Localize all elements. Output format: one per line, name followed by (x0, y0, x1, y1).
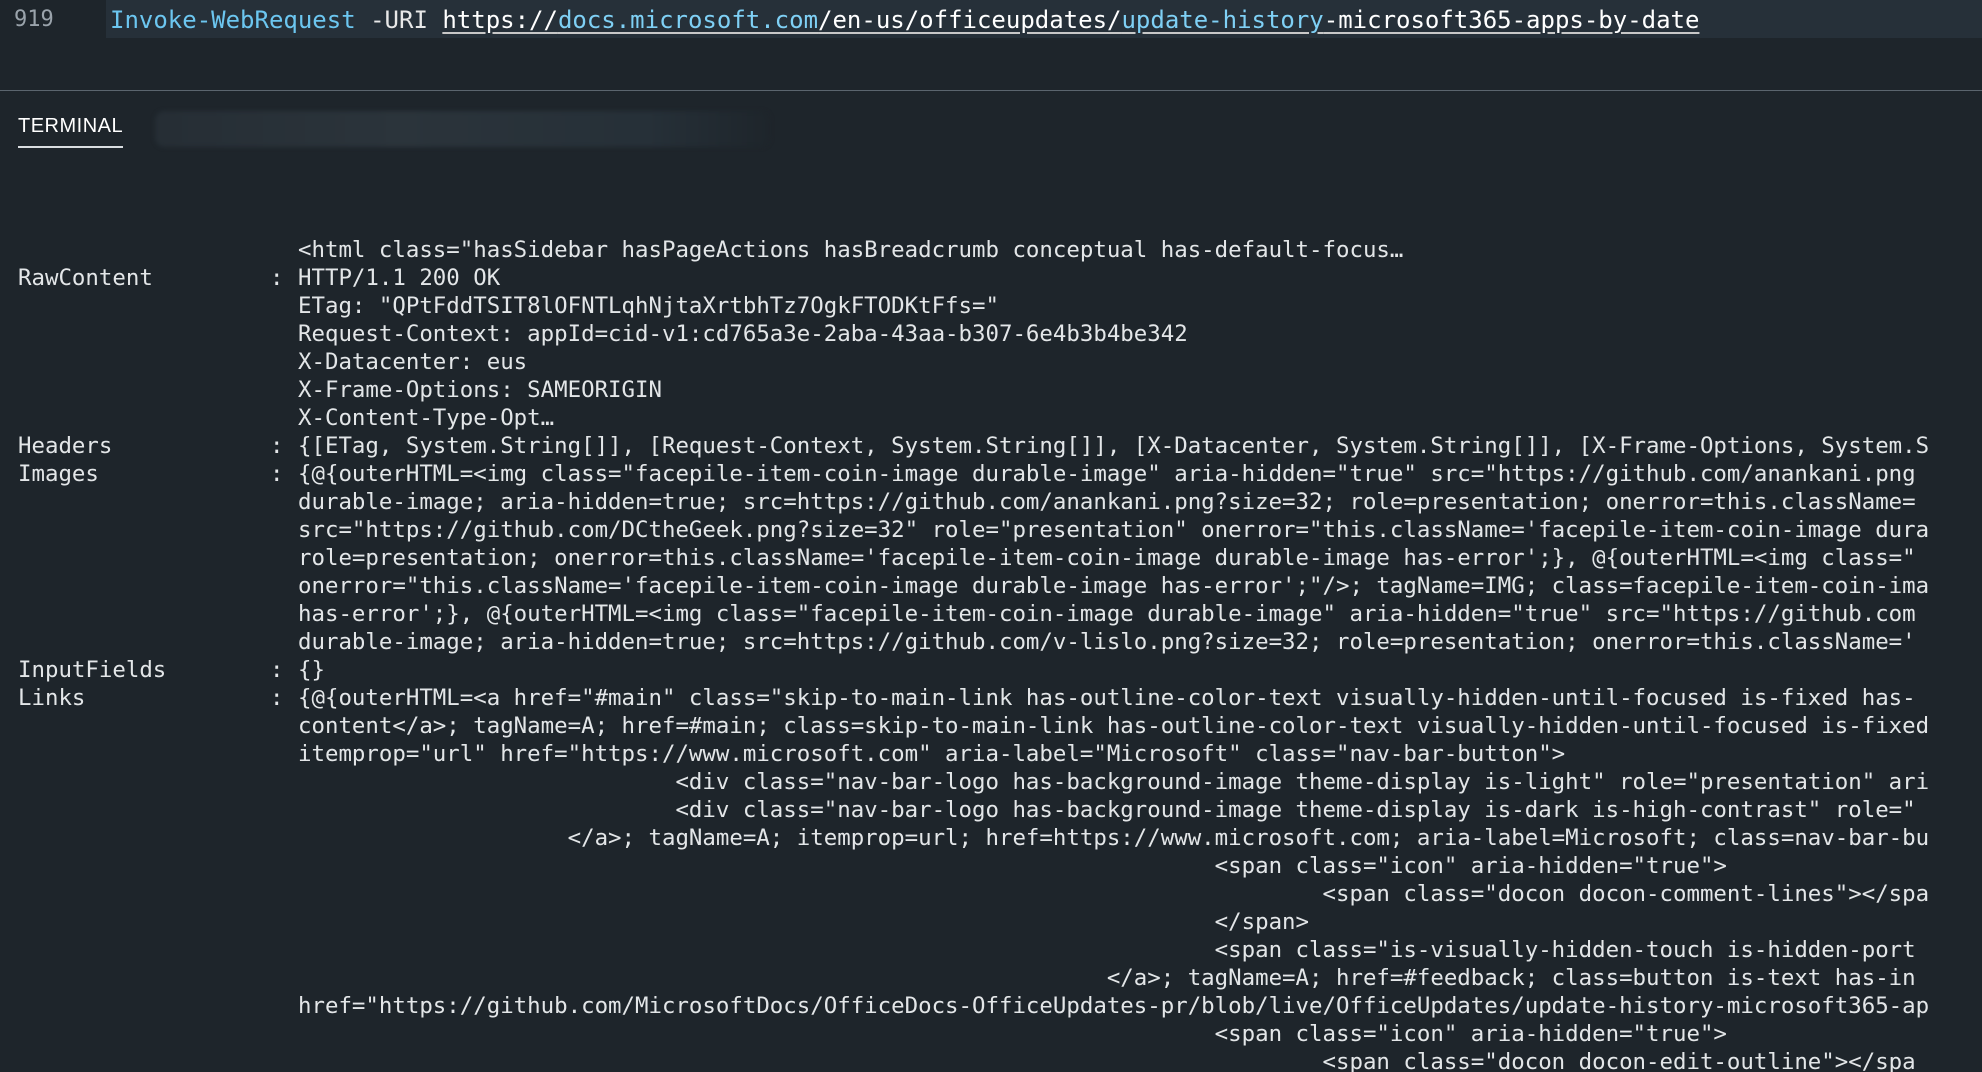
url-scheme: https:// (442, 6, 558, 34)
property-separator: : (270, 685, 284, 711)
property-value: durable-image; aria-hidden=true; src=htt… (298, 489, 1916, 515)
property-name: RawContent (18, 265, 153, 291)
property-name: InputFields (18, 657, 167, 683)
property-value: <div class="nav-bar-logo has-background-… (298, 797, 1916, 823)
property-value: X-Datacenter: eus (298, 349, 528, 375)
property-value: X-Content-Type-Opt… (298, 405, 555, 431)
property-name: Images (18, 461, 99, 487)
property-separator: : (270, 461, 284, 487)
url-path: /en-us/officeupdates/ (818, 6, 1122, 34)
uri-parameter: -URI (355, 6, 443, 34)
property-separator: : (270, 265, 284, 291)
property-value: <span class="docon docon-comment-lines">… (298, 881, 1930, 907)
property-value: src="https://github.com/DCtheGeek.png?si… (298, 517, 1930, 543)
property-value: <span class="docon docon-edit-outline"><… (298, 1049, 1916, 1072)
url-path-tail: -microsoft365-apps-by-date (1323, 6, 1700, 34)
property-value: <html class="hasSidebar hasPageActions h… (298, 237, 1404, 263)
property-separator: : (270, 433, 284, 459)
property-value: <span class="is-visually-hidden-touch is… (298, 937, 1916, 963)
url-link[interactable]: https://docs.microsoft.com/en-us/officeu… (442, 6, 1699, 34)
property-value: {@{outerHTML=<a href="#main" class="skip… (298, 685, 1916, 711)
url-host: docs.microsoft.com (557, 6, 819, 34)
property-separator: : (270, 657, 284, 683)
property-value: </a>; tagName=A; itemprop=url; href=http… (298, 825, 1930, 851)
property-value: content</a>; tagName=A; href=#main; clas… (298, 713, 1930, 739)
property-value: {[ETag, System.String[]], [Request-Conte… (298, 433, 1930, 459)
property-value: </a>; tagName=A; href=#feedback; class=b… (298, 965, 1916, 991)
property-value: </span> (298, 909, 1310, 935)
property-name: Links (18, 685, 86, 711)
property-value: role=presentation; onerror=this.classNam… (298, 545, 1916, 571)
command-keyword: Invoke-WebRequest (110, 6, 356, 34)
redacted-tab-area (155, 111, 770, 147)
property-value: HTTP/1.1 200 OK (298, 265, 501, 291)
line-number: 919 (14, 7, 54, 32)
property-value: itemprop="url" href="https://www.microso… (298, 741, 1566, 767)
panel-tab-bar: TERMINAL (0, 91, 1982, 161)
editor-current-line[interactable]: 919 Invoke-WebRequest -URI https://docs.… (0, 0, 1982, 40)
tab-terminal[interactable]: TERMINAL (18, 115, 124, 148)
property-value: X-Frame-Options: SAMEORIGIN (298, 377, 662, 403)
property-value: <span class="icon" aria-hidden="true"> (298, 1021, 1727, 1047)
property-value: Request-Context: appId=cid-v1:cd765a3e-2… (298, 321, 1188, 347)
property-value: ETag: "QPtFddTSIT8lOFNTLqhNjtaXrtbhTz7Og… (298, 293, 999, 319)
property-value: <span class="icon" aria-hidden="true"> (298, 853, 1727, 879)
url-path-segment: update-history (1121, 6, 1324, 34)
property-name: Headers (18, 433, 113, 459)
property-value: <div class="nav-bar-logo has-background-… (298, 769, 1930, 795)
code-line[interactable]: Invoke-WebRequest -URI https://docs.micr… (110, 6, 1699, 34)
property-value: onerror="this.className='facepile-item-c… (298, 573, 1930, 599)
property-value: {@{outerHTML=<img class="facepile-item-c… (298, 461, 1916, 487)
property-value: durable-image; aria-hidden=true; src=htt… (298, 629, 1916, 655)
property-value: {} (298, 657, 325, 683)
property-value: href="https://github.com/MicrosoftDocs/O… (298, 993, 1930, 1019)
property-value: has-error';}, @{outerHTML=<img class="fa… (298, 601, 1916, 627)
